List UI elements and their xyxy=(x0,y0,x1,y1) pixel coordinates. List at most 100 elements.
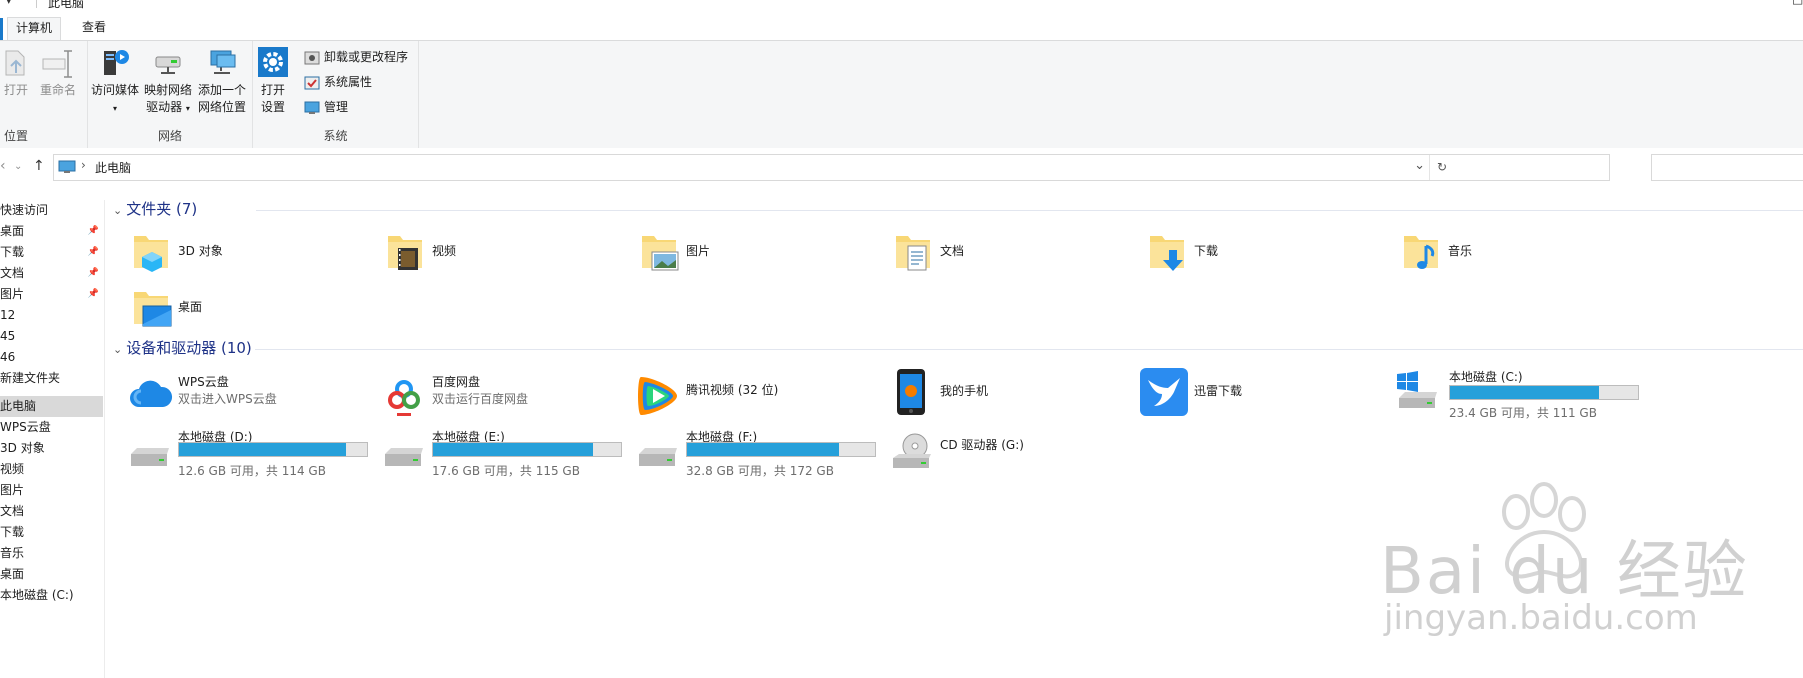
folder-item-desktop[interactable]: 桌面 xyxy=(132,286,332,334)
minimize-icon[interactable]: — xyxy=(1750,0,1762,6)
add-location-label-2: 网络位置 xyxy=(197,100,246,114)
system-properties-button[interactable]: 系统属性 xyxy=(304,72,372,92)
drive-usage-bar xyxy=(178,442,368,457)
drive-usage-bar xyxy=(686,442,876,457)
open-label: 打开 xyxy=(3,83,28,97)
nav-item-downloads[interactable]: 下载 xyxy=(0,522,103,543)
address-history-dropdown-icon[interactable]: ⌄ xyxy=(1414,158,1425,173)
folder-item-music[interactable]: 音乐 xyxy=(1402,230,1602,278)
ribbon-group-location: 打开 重命名 位置 xyxy=(0,41,88,148)
folder-video-icon xyxy=(388,236,422,270)
nav-item-this-pc[interactable]: 此电脑 xyxy=(0,396,103,417)
folder-label: 桌面 xyxy=(178,300,203,314)
nav-item-documents[interactable]: 文档 xyxy=(0,501,103,522)
nav-label: 12 xyxy=(0,308,16,322)
folder-item-pictures[interactable]: 图片 xyxy=(640,230,840,278)
nav-label: 下载 xyxy=(0,525,25,539)
folder-label: 3D 对象 xyxy=(178,244,223,258)
baidu-jingyan-watermark: Bai du 经验 jingyan.baidu.com xyxy=(1380,480,1800,650)
nav-label: 视频 xyxy=(0,462,25,476)
drive-capacity: 12.6 GB 可用，共 114 GB xyxy=(178,464,326,478)
nav-item-new-folder[interactable]: 新建文件夹 xyxy=(0,368,103,389)
nav-item-wps-cloud[interactable]: WPS云盘 xyxy=(0,417,103,438)
nav-item-3d-objects[interactable]: 3D 对象 xyxy=(0,438,103,459)
device-label: 百度网盘 xyxy=(432,375,481,389)
device-item-local-disk-f[interactable]: 本地磁盘 (F:) 32.8 GB 可用，共 172 GB xyxy=(635,428,895,478)
nav-item-local-disk-c[interactable]: 本地磁盘 (C:) xyxy=(0,585,103,606)
breadcrumb-separator-icon[interactable]: › xyxy=(81,158,86,172)
address-row: ‹ ⌄ ↑ › 此电脑 ⌄ ↻ xyxy=(0,148,1803,185)
folders-section-header[interactable]: ⌄ 文件夹 (7) xyxy=(113,199,197,219)
open-settings-label-1: 打开 xyxy=(260,83,285,97)
nav-item-folder-45[interactable]: 45 xyxy=(0,326,103,347)
nav-label: 文档 xyxy=(0,504,25,518)
folder-item-documents[interactable]: 文档 xyxy=(894,230,1094,278)
nav-label: 图片 xyxy=(0,483,25,497)
device-label: 腾讯视频 (32 位) xyxy=(686,383,779,397)
nav-item-desktop[interactable]: 桌面 xyxy=(0,564,103,585)
title-separator xyxy=(36,0,37,8)
settings-gear-icon xyxy=(258,47,288,77)
tab-computer[interactable]: 计算机 xyxy=(0,17,62,42)
windows-drive-icon xyxy=(1397,371,1437,408)
device-item-local-disk-e[interactable]: 本地磁盘 (E:) 17.6 GB 可用，共 115 GB xyxy=(381,428,641,478)
collapse-chevron-icon[interactable]: ⌄ xyxy=(113,343,122,356)
rename-button[interactable]: 重命名 xyxy=(36,47,80,99)
device-item-cd-drive-g[interactable]: CD 驱动器 (G:) xyxy=(889,428,1129,478)
add-network-location-button[interactable]: 添加一个 网络位置 xyxy=(196,45,248,116)
pin-icon: 📌 xyxy=(87,247,99,257)
cd-drive-icon xyxy=(893,433,931,468)
folder-documents-icon xyxy=(896,236,930,271)
nav-item-documents-pinned[interactable]: 文档 📌 xyxy=(0,263,103,284)
nav-item-desktop-pinned[interactable]: 桌面 📌 xyxy=(0,221,103,242)
breadcrumb-this-pc[interactable]: 此电脑 xyxy=(95,159,131,176)
open-button[interactable]: 打开 xyxy=(2,47,30,99)
refresh-icon[interactable]: ↻ xyxy=(1429,155,1454,180)
search-input[interactable] xyxy=(1651,154,1803,181)
folder-item-3d-objects[interactable]: 3D 对象 xyxy=(132,230,332,278)
folder-item-videos[interactable]: 视频 xyxy=(386,230,586,278)
tab-view[interactable]: 查看 xyxy=(74,17,114,40)
nav-item-quick-access[interactable]: 快速访问 xyxy=(0,200,103,221)
maximize-icon[interactable]: □ xyxy=(1792,0,1803,6)
device-item-local-disk-c[interactable]: 本地磁盘 (C:) 23.4 GB 可用，共 111 GB xyxy=(1395,368,1655,420)
network-drive-icon xyxy=(155,56,181,74)
nav-item-music[interactable]: 音乐 xyxy=(0,543,103,564)
folders-header-label: 文件夹 (7) xyxy=(126,200,198,218)
nav-item-folder-12[interactable]: 12 xyxy=(0,305,103,326)
folder-item-downloads[interactable]: 下载 xyxy=(1148,230,1348,278)
back-icon[interactable]: ‹ xyxy=(0,158,6,174)
drive-capacity: 17.6 GB 可用，共 115 GB xyxy=(432,464,580,478)
address-bar[interactable]: › 此电脑 ⌄ ↻ xyxy=(53,154,1610,181)
uninstall-program-button[interactable]: 卸载或更改程序 xyxy=(304,47,408,67)
tencent-video-icon xyxy=(638,377,677,415)
device-item-baidu-netdisk[interactable]: 百度网盘 双击运行百度网盘 xyxy=(381,373,621,423)
manage-button[interactable]: 管理 xyxy=(304,97,348,117)
folder-label: 视频 xyxy=(432,244,457,258)
nav-item-folder-46[interactable]: 46 xyxy=(0,347,103,368)
nav-label: 3D 对象 xyxy=(0,441,45,455)
access-media-button[interactable]: 访问媒体 ▾ xyxy=(90,45,140,117)
nav-item-videos[interactable]: 视频 xyxy=(0,459,103,480)
nav-item-pictures-pinned[interactable]: 图片 📌 xyxy=(0,284,103,305)
up-icon[interactable]: ↑ xyxy=(33,158,45,174)
device-item-xunlei[interactable]: 迅雷下载 xyxy=(1140,368,1380,418)
device-item-local-disk-d[interactable]: 本地磁盘 (D:) 12.6 GB 可用，共 114 GB xyxy=(127,428,387,478)
device-item-my-phone[interactable]: 我的手机 xyxy=(894,368,1134,418)
open-settings-button[interactable]: 打开 设置 xyxy=(255,45,291,116)
map-network-drive-button[interactable]: 映射网络 驱动器 ▾ xyxy=(142,45,194,117)
device-item-tencent-video[interactable]: 腾讯视频 (32 位) xyxy=(635,373,875,423)
quick-access-dropdown-icon[interactable]: ▾ xyxy=(6,0,12,7)
recent-dropdown-icon[interactable]: ⌄ xyxy=(14,161,22,172)
device-item-wps-cloud[interactable]: WPS云盘 双击进入WPS云盘 xyxy=(127,373,367,423)
collapse-chevron-icon[interactable]: ⌄ xyxy=(113,204,122,217)
nav-item-pictures[interactable]: 图片 xyxy=(0,480,103,501)
nav-item-downloads-pinned[interactable]: 下载 📌 xyxy=(0,242,103,263)
network-group-label: 网络 xyxy=(157,129,182,143)
title-bar: ▾ 此电脑 — □ xyxy=(0,0,1803,10)
devices-section-header[interactable]: ⌄ 设备和驱动器 (10) xyxy=(113,338,252,358)
navigation-pane[interactable]: 快速访问 桌面 📌 下载 📌 文档 📌 图片 📌 12 45 46 新建文件夹 此电脑 … xyxy=(0,200,105,678)
map-drive-label-2: 驱动器 xyxy=(146,100,183,114)
folder-label: 音乐 xyxy=(1448,244,1473,258)
drive-capacity: 23.4 GB 可用，共 111 GB xyxy=(1449,406,1597,420)
